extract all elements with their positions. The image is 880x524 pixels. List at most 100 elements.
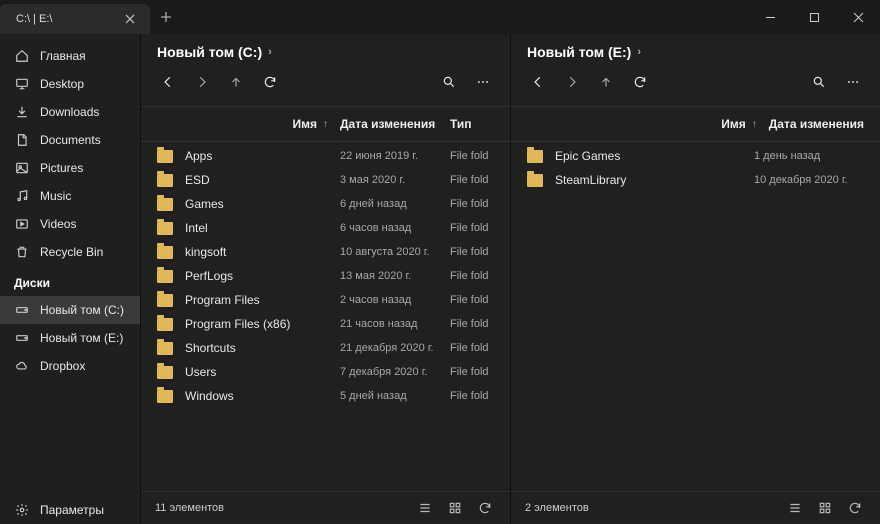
details-view-button[interactable] xyxy=(784,498,806,518)
file-name: Windows xyxy=(185,389,340,403)
column-type[interactable]: Тип xyxy=(450,117,494,131)
list-item[interactable]: kingsoft10 августа 2020 г.File fold xyxy=(141,240,510,264)
list-item[interactable]: Intel6 часов назадFile fold xyxy=(141,216,510,240)
column-header: Имя↑Дата изменения xyxy=(511,107,880,142)
column-date[interactable]: Дата изменения xyxy=(769,117,864,131)
sidebar-drive[interactable]: Новый том (C:) xyxy=(0,296,140,324)
forward-button[interactable] xyxy=(557,68,587,96)
sidebar-item-desktop[interactable]: Desktop xyxy=(0,70,140,98)
list-item[interactable]: PerfLogs13 мая 2020 г.File fold xyxy=(141,264,510,288)
grid-view-button[interactable] xyxy=(444,498,466,518)
file-type: File fold xyxy=(450,150,494,162)
details-view-button[interactable] xyxy=(414,498,436,518)
minimize-button[interactable] xyxy=(748,0,792,34)
forward-button[interactable] xyxy=(187,68,217,96)
file-date: 6 дней назад xyxy=(340,198,450,210)
folder-icon xyxy=(157,198,185,211)
music-icon xyxy=(14,189,30,203)
sidebar-drive[interactable]: Новый том (E:) xyxy=(0,324,140,352)
column-name[interactable]: Имя↑ xyxy=(185,117,340,131)
trash-icon xyxy=(14,245,30,259)
back-button[interactable] xyxy=(523,68,553,96)
sidebar-item-recycle-bin[interactable]: Recycle Bin xyxy=(0,238,140,266)
list-item[interactable]: Shortcuts21 декабря 2020 г.File fold xyxy=(141,336,510,360)
folder-icon xyxy=(157,150,185,163)
more-button[interactable] xyxy=(468,68,498,96)
sidebar-item-label: Videos xyxy=(40,217,76,231)
column-name[interactable]: Имя↑ xyxy=(555,117,769,131)
sidebar-item-label: Главная xyxy=(40,49,86,63)
folder-icon xyxy=(157,270,185,283)
folder-icon xyxy=(157,294,185,307)
more-button[interactable] xyxy=(838,68,868,96)
list-item[interactable]: Windows5 дней назадFile fold xyxy=(141,384,510,408)
folder-icon xyxy=(157,222,185,235)
sidebar-item-pictures[interactable]: Pictures xyxy=(0,154,140,182)
list-item[interactable]: Program Files (x86)21 часов назадFile fo… xyxy=(141,312,510,336)
chevron-right-icon: › xyxy=(268,46,272,58)
sidebar-drives-header: Диски xyxy=(0,266,140,296)
folder-icon xyxy=(527,174,555,187)
file-type: File fold xyxy=(450,222,494,234)
sidebar-item-label: Новый том (C:) xyxy=(40,303,124,317)
list-item[interactable]: SteamLibrary10 декабря 2020 г. xyxy=(511,168,880,192)
sidebar-item-label: Documents xyxy=(40,133,101,147)
close-button[interactable] xyxy=(836,0,880,34)
search-button[interactable] xyxy=(804,68,834,96)
file-type: File fold xyxy=(450,270,494,282)
list-item[interactable]: Users7 декабря 2020 г.File fold xyxy=(141,360,510,384)
refresh-icon[interactable] xyxy=(844,498,866,518)
status-text: 2 элементов xyxy=(525,502,589,514)
file-list[interactable]: Apps22 июня 2019 г.File foldESD3 мая 202… xyxy=(141,142,510,491)
sidebar-item-music[interactable]: Music xyxy=(0,182,140,210)
sort-asc-icon: ↑ xyxy=(323,119,328,130)
list-item[interactable]: Games6 дней назадFile fold xyxy=(141,192,510,216)
sidebar-item-label: Desktop xyxy=(40,77,84,91)
sidebar-item-downloads[interactable]: Downloads xyxy=(0,98,140,126)
file-date: 22 июня 2019 г. xyxy=(340,150,450,162)
tab[interactable]: C:\ | E:\ xyxy=(0,4,150,34)
picture-icon xyxy=(14,161,30,175)
status-text: 11 элементов xyxy=(155,502,224,514)
refresh-icon[interactable] xyxy=(474,498,496,518)
file-name: kingsoft xyxy=(185,245,340,259)
column-date[interactable]: Дата изменения xyxy=(340,117,450,131)
sidebar-item-главная[interactable]: Главная xyxy=(0,42,140,70)
sidebar-drive[interactable]: Dropbox xyxy=(0,352,140,380)
status-bar: 2 элементов xyxy=(511,491,880,524)
file-type: File fold xyxy=(450,318,494,330)
pane-0: Новый том (C:)› Имя↑Дата измененияТип Apps… xyxy=(140,34,510,524)
search-button[interactable] xyxy=(434,68,464,96)
drive-icon xyxy=(14,303,30,317)
up-button[interactable] xyxy=(221,68,251,96)
file-type: File fold xyxy=(450,342,494,354)
file-date: 21 декабря 2020 г. xyxy=(340,342,450,354)
add-tab-button[interactable] xyxy=(150,0,182,34)
sidebar-item-settings[interactable]: Параметры xyxy=(0,496,140,524)
close-tab-icon[interactable] xyxy=(122,11,138,27)
pane-breadcrumb[interactable]: Новый том (E:)› xyxy=(511,34,880,62)
sidebar-item-videos[interactable]: Videos xyxy=(0,210,140,238)
list-item[interactable]: ESD3 мая 2020 г.File fold xyxy=(141,168,510,192)
up-button[interactable] xyxy=(591,68,621,96)
grid-view-button[interactable] xyxy=(814,498,836,518)
file-type: File fold xyxy=(450,294,494,306)
file-date: 10 августа 2020 г. xyxy=(340,246,450,258)
sidebar: Главная Desktop Downloads Documents Pictures… xyxy=(0,34,140,524)
file-list[interactable]: Epic Games1 день назадSteamLibrary10 дек… xyxy=(511,142,880,491)
refresh-button[interactable] xyxy=(255,68,285,96)
sidebar-item-documents[interactable]: Documents xyxy=(0,126,140,154)
list-item[interactable]: Program Files2 часов назадFile fold xyxy=(141,288,510,312)
maximize-button[interactable] xyxy=(792,0,836,34)
pane-breadcrumb[interactable]: Новый том (C:)› xyxy=(141,34,510,62)
file-date: 5 дней назад xyxy=(340,390,450,402)
list-item[interactable]: Apps22 июня 2019 г.File fold xyxy=(141,144,510,168)
file-name: Intel xyxy=(185,221,340,235)
breadcrumb-title: Новый том (E:) xyxy=(527,44,631,60)
refresh-button[interactable] xyxy=(625,68,655,96)
status-bar: 11 элементов xyxy=(141,491,510,524)
toolbar xyxy=(141,62,510,107)
back-button[interactable] xyxy=(153,68,183,96)
list-item[interactable]: Epic Games1 день назад xyxy=(511,144,880,168)
file-name: SteamLibrary xyxy=(555,173,754,187)
